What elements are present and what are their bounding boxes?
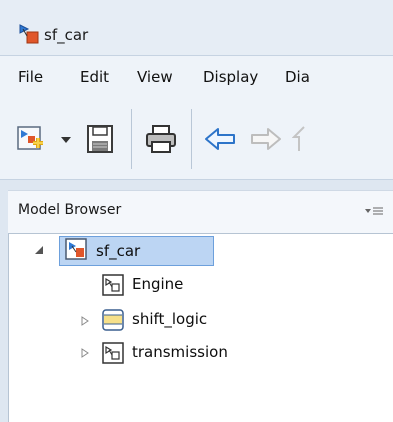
menu-file[interactable]: File — [18, 68, 43, 86]
toolbar — [0, 101, 393, 180]
collapsed-triangle-icon[interactable] — [80, 316, 90, 326]
model-window: sf_car File Edit View Display Dia Model … — [0, 0, 393, 422]
new-model-icon[interactable] — [16, 125, 46, 155]
menu-display[interactable]: Display — [203, 68, 258, 86]
up-arrow-icon[interactable] — [292, 125, 306, 153]
menu-edit[interactable]: Edit — [80, 68, 109, 86]
menu-diagram[interactable]: Dia — [285, 68, 310, 86]
save-icon[interactable] — [84, 123, 116, 155]
model-browser-title: Model Browser — [18, 202, 122, 218]
stateflow-chart-icon — [102, 309, 124, 331]
print-icon[interactable] — [144, 123, 178, 155]
menu-view[interactable]: View — [137, 68, 173, 86]
dropdown-arrow-icon[interactable] — [60, 135, 72, 145]
collapsed-triangle-icon[interactable] — [80, 348, 90, 358]
forward-arrow-icon[interactable] — [250, 127, 282, 151]
panel-menu-icon[interactable] — [364, 206, 384, 216]
back-arrow-icon[interactable] — [204, 127, 236, 151]
toolbar-separator — [131, 109, 132, 169]
expanded-triangle-icon[interactable] — [34, 245, 44, 255]
toolbar-separator — [191, 109, 192, 169]
tree-item-shift-logic[interactable]: shift_logic — [132, 310, 207, 328]
title-bar: sf_car — [0, 0, 393, 55]
tree-item-sf-car[interactable]: sf_car — [96, 242, 140, 260]
menu-bar: File Edit View Display Dia — [0, 55, 393, 102]
window-title: sf_car — [44, 26, 89, 44]
tree-item-transmission[interactable]: transmission — [132, 343, 228, 361]
subsystem-icon — [102, 274, 124, 296]
simulink-model-icon — [65, 238, 87, 260]
simulink-model-icon — [19, 24, 39, 44]
tree-item-engine[interactable]: Engine — [132, 275, 183, 293]
subsystem-icon — [102, 342, 124, 364]
